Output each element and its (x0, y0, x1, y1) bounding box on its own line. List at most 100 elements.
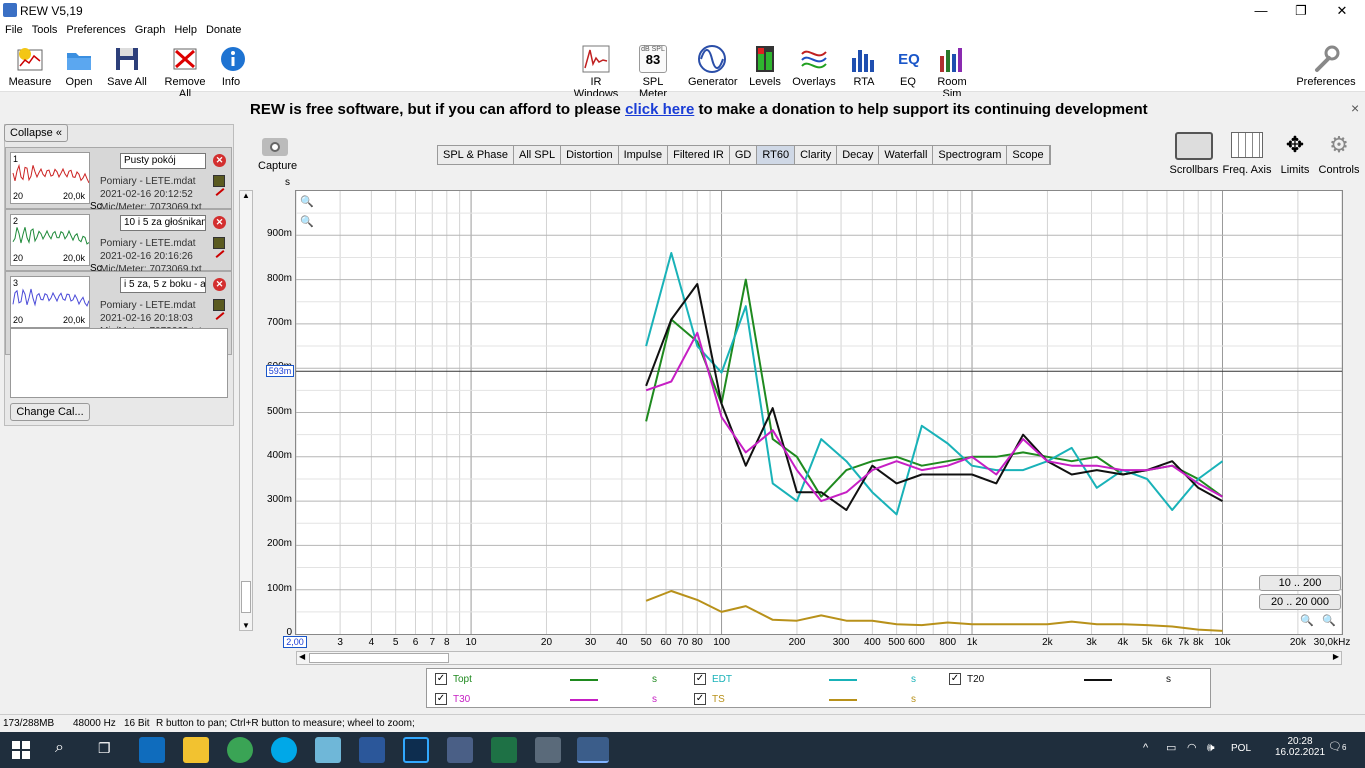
remove-measurement-icon[interactable]: ✕ (213, 154, 226, 167)
menu-preferences[interactable]: Preferences (61, 21, 129, 36)
zoom-out-icon[interactable]: 🔍 (300, 215, 314, 228)
tab-filtered-ir[interactable]: Filtered IR (668, 146, 730, 164)
controls-button[interactable]: ⚙ Controls (1318, 132, 1360, 176)
measurement-thumbnail[interactable]: 3 20 20,0k (10, 276, 90, 328)
change-cal-button[interactable]: Change Cal... (10, 403, 90, 421)
measurement-edit-icon[interactable] (215, 250, 225, 258)
clock[interactable]: 20:28 16.02.2021 (1275, 736, 1325, 758)
generator-button[interactable]: Generator (688, 44, 738, 88)
overlays-button[interactable]: Overlays (792, 44, 836, 88)
rta-button[interactable]: RTA (848, 44, 880, 88)
menu-tools[interactable]: Tools (27, 21, 62, 36)
banner-close-button[interactable]: × (1351, 100, 1359, 116)
vertical-scroll-thumb[interactable] (241, 581, 251, 613)
app-icon-blue[interactable] (315, 737, 341, 763)
measurement-color-icon[interactable] (213, 299, 225, 311)
close-button[interactable]: ✕ (1319, 0, 1365, 21)
zoom-in-icon[interactable]: 🔍 (300, 195, 314, 208)
rew-taskbar-icon[interactable] (577, 737, 609, 763)
zoom-x-in-icon[interactable]: 🔍 (1322, 614, 1336, 627)
range-20-20000-button[interactable]: 20 .. 20 000 (1259, 594, 1341, 610)
limits-button[interactable]: ✥ Limits (1276, 132, 1314, 176)
save-all-button[interactable]: Save All (106, 44, 148, 88)
freq-axis-button[interactable]: Freq. Axis (1222, 132, 1272, 176)
measure-button[interactable]: Measure (8, 44, 52, 88)
measurement-name-field[interactable]: i 5 za, 5 z boku - all (120, 277, 206, 293)
zoom-x-out-icon[interactable]: 🔍 (1300, 614, 1314, 627)
donation-link[interactable]: click here (625, 101, 694, 118)
measurement-name-field[interactable]: 10 i 5 za głośnikami (120, 215, 206, 231)
notes-area[interactable] (10, 328, 228, 398)
scroll-up-icon[interactable]: ▲ (240, 191, 252, 200)
excel-icon[interactable] (491, 737, 517, 763)
remove-measurement-icon[interactable]: ✕ (213, 216, 226, 229)
tab-spectrogram[interactable]: Spectrogram (933, 146, 1008, 164)
menu-graph[interactable]: Graph (130, 21, 170, 36)
scroll-left-icon[interactable]: ◀ (299, 652, 305, 661)
rt60-chart[interactable] (295, 191, 1343, 634)
spl-meter-button[interactable]: dB SPL 83 SPL Meter (629, 44, 677, 100)
legend-checkbox[interactable]: ✓ (694, 693, 706, 705)
info-button[interactable]: Info (218, 44, 245, 88)
collapse-button[interactable]: Collapse « (4, 124, 68, 142)
measurement-name-field[interactable]: Pusty pokój (120, 153, 206, 169)
measurement-card[interactable]: 2 20 20,0k 10 i 5 za głośnikami ✕ Pomiary - L… (5, 209, 232, 271)
range-10-200-button[interactable]: 10 .. 200 (1259, 575, 1341, 591)
skype-icon[interactable] (271, 737, 297, 763)
legend-checkbox[interactable]: ✓ (435, 673, 447, 685)
measurement-thumbnail[interactable]: 1 20 20,0k (10, 152, 90, 204)
tab-clarity[interactable]: Clarity (795, 146, 838, 164)
photoshop-icon[interactable] (403, 737, 429, 763)
tab-gd[interactable]: GD (730, 146, 758, 164)
volume-icon[interactable]: 🕪 (1207, 740, 1215, 755)
horizontal-scrollbar[interactable]: ◀ ▶ (296, 651, 1342, 665)
menu-help[interactable]: Help (169, 21, 201, 36)
scrollbars-button[interactable]: Scrollbars (1168, 132, 1220, 176)
calculator-icon[interactable] (535, 737, 561, 763)
room-sim-button[interactable]: Room Sim (930, 44, 974, 100)
camera-icon[interactable] (262, 138, 288, 156)
battery-icon[interactable]: ▭ (1166, 741, 1176, 754)
preferences-button[interactable]: Preferences (1296, 44, 1356, 88)
wifi-icon[interactable]: ◠ (1187, 741, 1197, 754)
save-app-icon[interactable] (447, 737, 473, 763)
vertical-scrollbar[interactable]: ▲ ▼ (239, 190, 253, 631)
legend-checkbox[interactable]: ✓ (694, 673, 706, 685)
maximize-button[interactable]: ❐ (1278, 0, 1324, 21)
scroll-right-icon[interactable]: ▶ (1333, 652, 1339, 661)
remove-all-button[interactable]: Remove All (158, 44, 212, 100)
tab-impulse[interactable]: Impulse (619, 146, 669, 164)
notification-icon[interactable]: 🗨6 (1328, 740, 1346, 753)
windows-start-icon[interactable] (12, 741, 30, 759)
legend-checkbox[interactable]: ✓ (949, 673, 961, 685)
ir-windows-button[interactable]: IR Windows (568, 44, 624, 100)
open-button[interactable]: Open (62, 44, 96, 88)
legend-checkbox[interactable]: ✓ (435, 693, 447, 705)
tab-distortion[interactable]: Distortion (561, 146, 619, 164)
menu-file[interactable]: File (0, 21, 27, 36)
word-icon[interactable] (359, 737, 385, 763)
eq-button[interactable]: EQ EQ (894, 44, 922, 89)
tab-scope[interactable]: Scope (1007, 146, 1050, 164)
measurement-card[interactable]: 1 20 20,0k Pusty pokój ✕ Pomiary - LETE.mdat 2… (5, 147, 232, 209)
language-indicator[interactable]: POL (1231, 743, 1251, 754)
tab-all-spl[interactable]: All SPL (514, 146, 562, 164)
levels-button[interactable]: Levels (748, 44, 782, 88)
scroll-down-icon[interactable]: ▼ (240, 621, 252, 630)
measurement-edit-icon[interactable] (215, 188, 225, 196)
search-icon[interactable]: ⌕ (55, 739, 64, 757)
rt60-plot[interactable]: 🔍 🔍 (295, 190, 1343, 635)
capture-label[interactable]: Capture (258, 160, 297, 172)
tray-chevron-icon[interactable]: ^ (1143, 742, 1148, 754)
task-view-icon[interactable]: ❐ (98, 740, 111, 757)
tab-rt60[interactable]: RT60 (757, 146, 796, 164)
horizontal-scroll-thumb[interactable] (309, 653, 449, 663)
measurement-thumbnail[interactable]: 2 20 20,0k (10, 214, 90, 266)
measurement-edit-icon[interactable] (215, 312, 225, 320)
measurement-color-icon[interactable] (213, 175, 225, 187)
tab-spl-phase[interactable]: SPL & Phase (438, 146, 515, 164)
remove-measurement-icon[interactable]: ✕ (213, 278, 226, 291)
menu-donate[interactable]: Donate (201, 21, 245, 36)
outlook-icon[interactable] (139, 737, 165, 763)
tab-waterfall[interactable]: Waterfall (879, 146, 934, 164)
